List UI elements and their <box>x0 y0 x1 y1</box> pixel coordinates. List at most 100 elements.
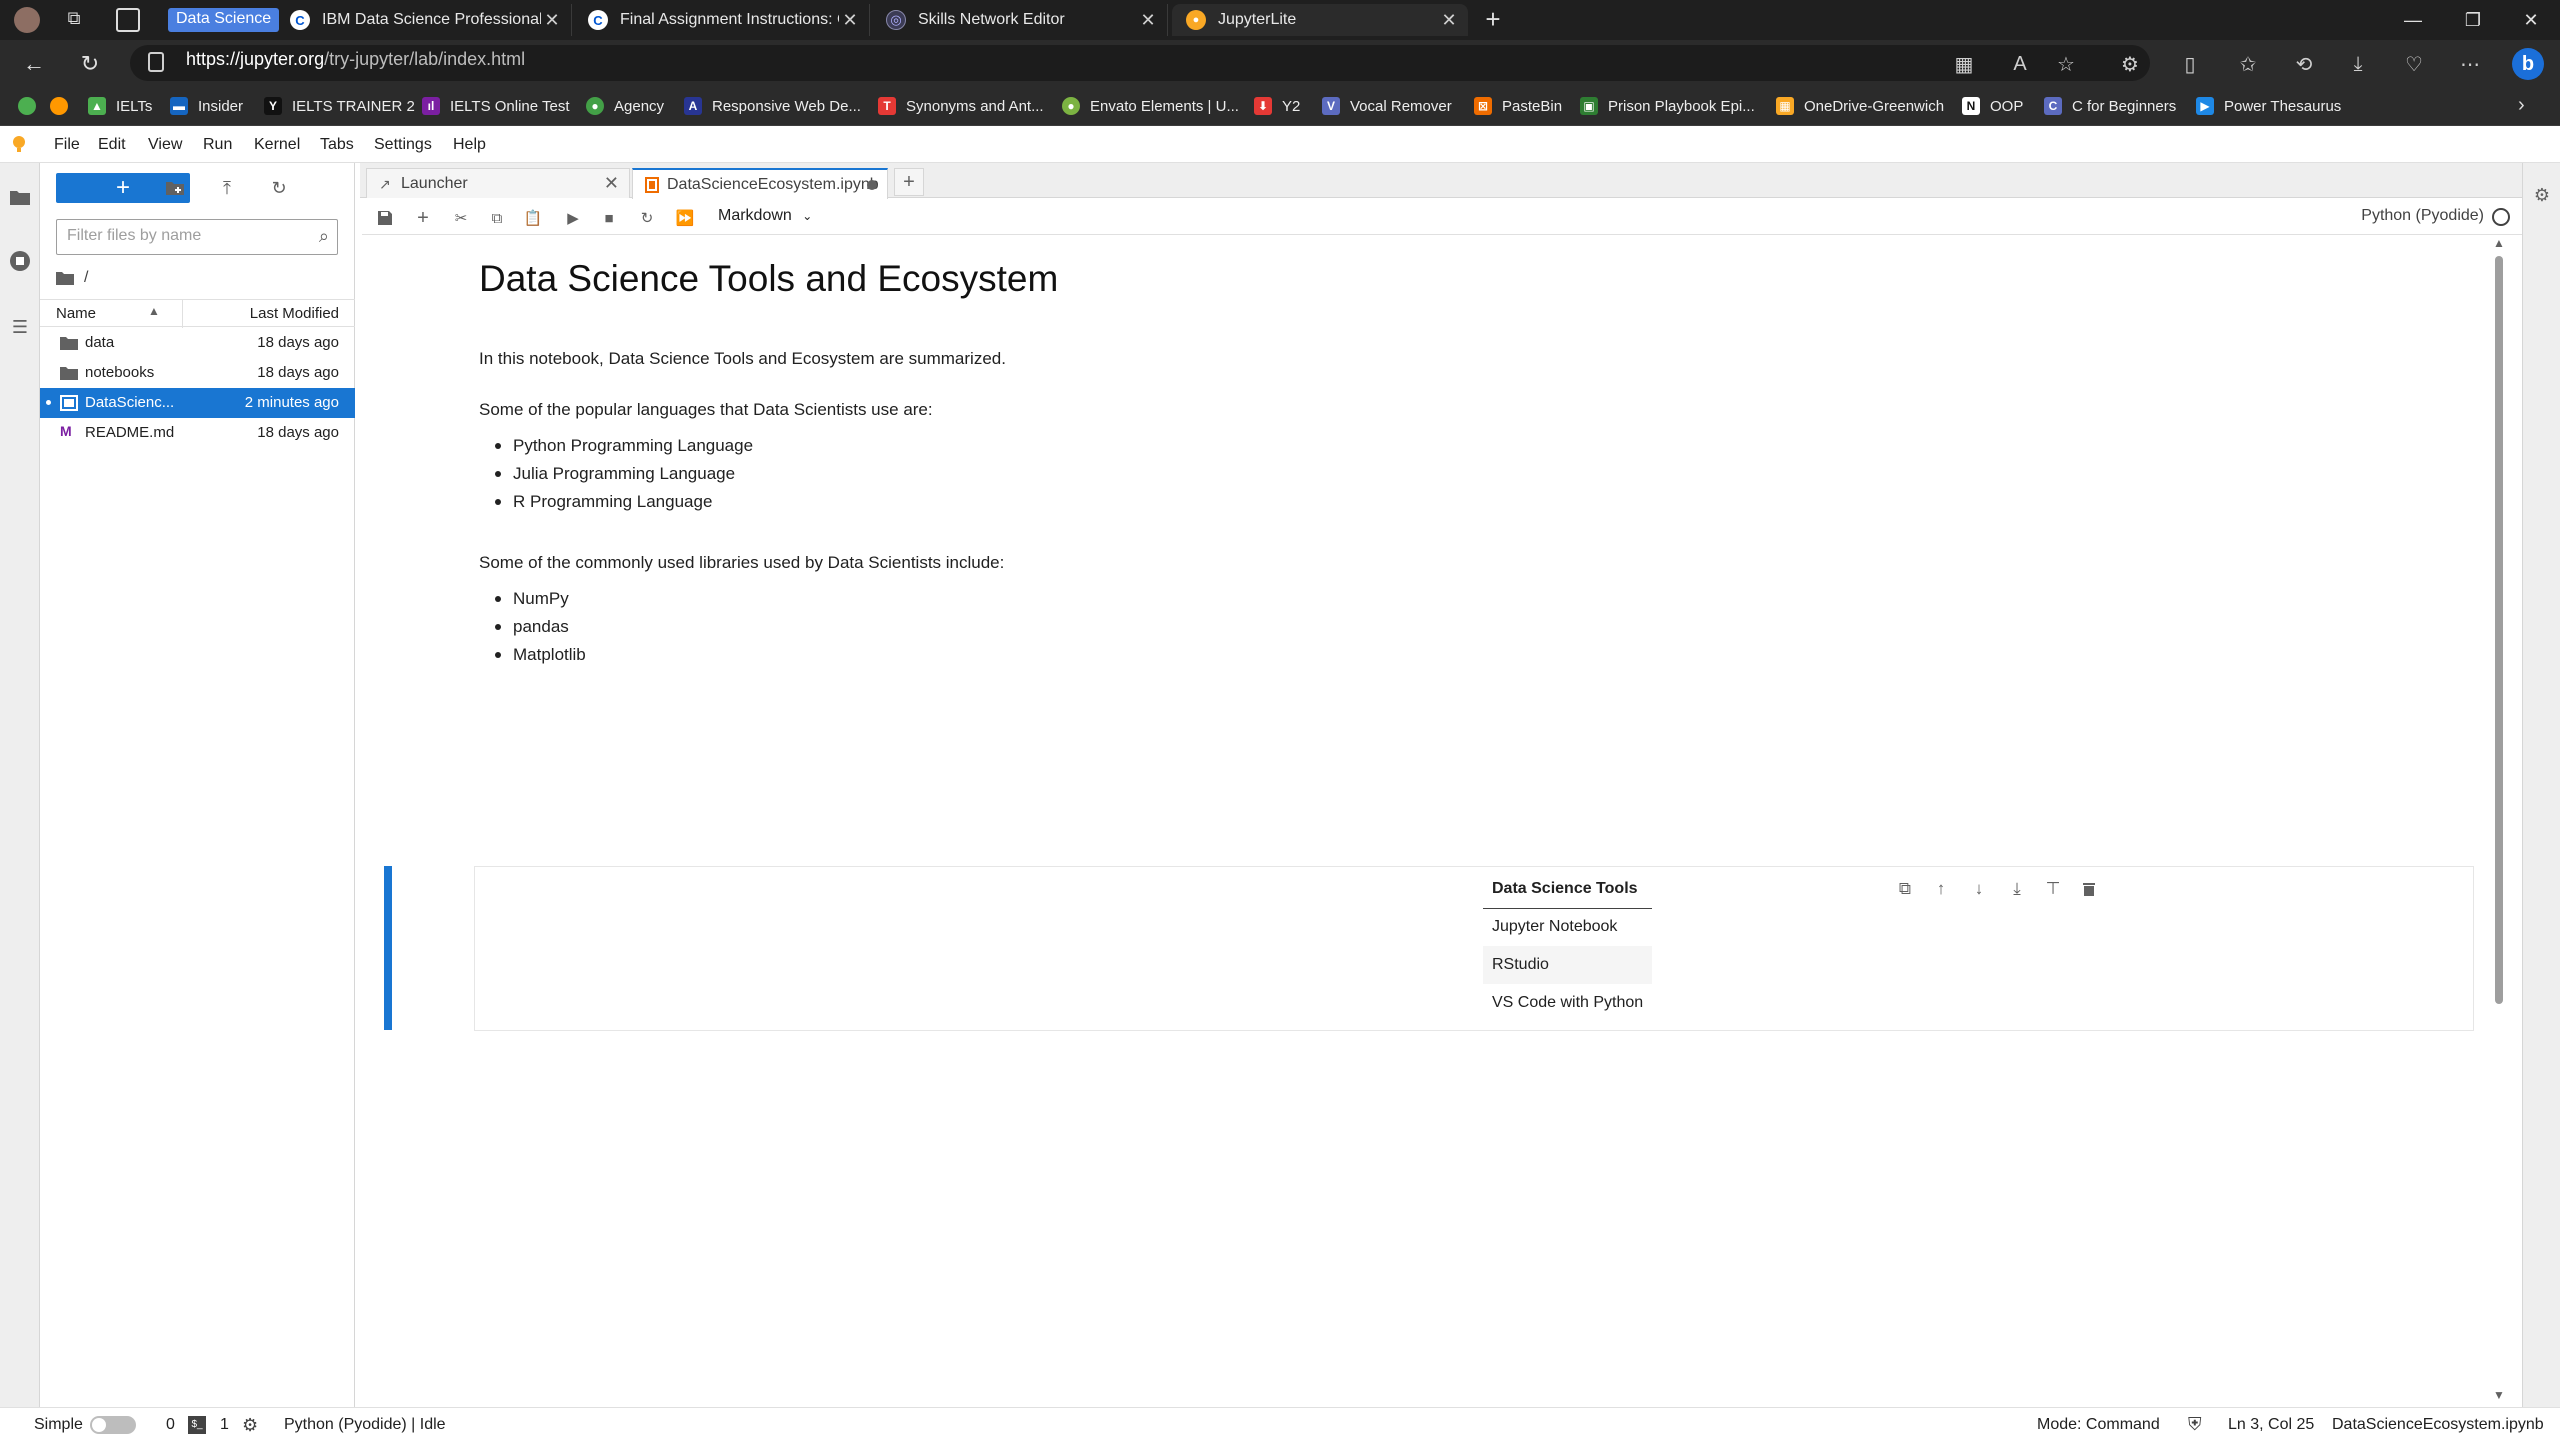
unsaved-indicator-icon[interactable] <box>867 180 877 190</box>
close-window-icon[interactable]: ✕ <box>2502 0 2560 40</box>
bookmark-item[interactable]: ⬇ Y2 <box>1254 96 1300 116</box>
property-inspector-icon[interactable]: ⚙ <box>2531 185 2553 207</box>
filter-files-field[interactable]: ⌕ <box>56 219 338 255</box>
performance-icon[interactable]: ♡ <box>2400 50 2428 78</box>
move-up-icon[interactable]: ↑ <box>1929 877 1953 901</box>
back-icon[interactable]: ← <box>18 48 50 80</box>
url-text[interactable]: https://jupyter.org/try-jupyter/lab/inde… <box>186 49 525 70</box>
bookmark-item[interactable]: ⊠ PasteBin <box>1474 96 1562 116</box>
run-icon[interactable]: ▶ <box>562 207 584 229</box>
folder-icon[interactable] <box>8 185 32 209</box>
markdown-cell-active[interactable]: Data Science Tools Jupyter Notebook RStu… <box>474 866 2474 1031</box>
menu-settings[interactable]: Settings <box>374 136 432 154</box>
close-tab-icon[interactable]: ✕ <box>1137 10 1159 31</box>
bookmark-item[interactable]: ▣ Prison Playbook Epi... <box>1580 96 1755 116</box>
cut-icon[interactable]: ✂ <box>450 207 472 229</box>
delete-cell-icon[interactable] <box>2077 877 2101 901</box>
browser-tab[interactable]: C Final Assignment Instructions: Cr ✕ <box>574 4 870 36</box>
bookmark-app-icon[interactable] <box>50 97 68 115</box>
profile-avatar[interactable] <box>14 7 40 33</box>
browser-tab[interactable]: C IBM Data Science Professional Ce ✕ <box>276 4 572 36</box>
file-row[interactable]: data 18 days ago <box>40 328 355 358</box>
bookmark-item[interactable]: T Synonyms and Ant... <box>878 96 1044 116</box>
refresh-icon[interactable]: ↻ <box>74 48 106 80</box>
menu-run[interactable]: Run <box>203 136 232 154</box>
refresh-files-icon[interactable]: ↻ <box>266 175 292 201</box>
more-menu-icon[interactable]: ⋯ <box>2456 50 2484 78</box>
extensions-icon[interactable]: ⚙ <box>2116 50 2144 78</box>
history-icon[interactable]: ⟲ <box>2290 50 2318 78</box>
insert-below-icon[interactable]: ⤓ <box>2005 877 2029 901</box>
add-tab-icon[interactable]: + <box>894 168 924 196</box>
insert-above-icon[interactable]: ⊤ <box>2041 877 2065 901</box>
menu-view[interactable]: View <box>148 136 182 154</box>
file-row-selected[interactable]: DataScienc... 2 minutes ago <box>40 388 355 418</box>
copilot-icon[interactable]: b <box>2512 48 2544 80</box>
breadcrumb[interactable]: / <box>56 267 88 289</box>
simple-mode-toggle[interactable] <box>90 1416 136 1434</box>
column-name[interactable]: Name <box>56 305 96 322</box>
minimize-icon[interactable]: — <box>2384 0 2442 40</box>
tab-actions-icon[interactable] <box>116 8 140 32</box>
restore-icon[interactable]: ❐ <box>2444 0 2502 40</box>
file-row[interactable]: M README.md 18 days ago <box>40 418 355 448</box>
copy-icon[interactable]: ⧉ <box>486 207 508 229</box>
downloads-icon[interactable]: ⤓ <box>2344 50 2372 78</box>
bookmark-item[interactable]: V Vocal Remover <box>1322 96 1452 116</box>
browser-tab[interactable]: ◎ Skills Network Editor ✕ <box>872 4 1168 36</box>
column-last-modified[interactable]: Last Modified <box>250 305 339 322</box>
insert-cell-icon[interactable]: + <box>412 207 434 229</box>
close-tab-icon[interactable]: ✕ <box>541 10 563 31</box>
bookmark-item[interactable]: N OOP <box>1962 96 2023 116</box>
favorites-icon[interactable]: ✩ <box>2234 50 2262 78</box>
bookmark-item[interactable]: ▬ Insider <box>170 96 243 116</box>
stop-icon[interactable]: ■ <box>598 207 620 229</box>
sort-ascending-icon[interactable]: ▲ <box>148 304 160 318</box>
favorite-star-icon[interactable]: ☆ <box>2052 50 2080 78</box>
bookmark-app-icon[interactable] <box>18 97 36 115</box>
bookmarks-overflow-icon[interactable]: › <box>2518 94 2540 116</box>
split-screen-icon[interactable]: ▯ <box>2176 50 2204 78</box>
terminals-count[interactable]: 0 <box>166 1416 175 1434</box>
menu-tabs[interactable]: Tabs <box>320 136 354 154</box>
menu-help[interactable]: Help <box>453 136 486 154</box>
tab-launcher[interactable]: ↗ Launcher ✕ <box>366 168 630 198</box>
browser-tab-active[interactable]: ● JupyterLite ✕ <box>1172 4 1468 36</box>
close-tab-icon[interactable]: ✕ <box>604 173 619 194</box>
kernel-name[interactable]: Python (Pyodide) <box>2361 207 2484 225</box>
restart-run-all-icon[interactable]: ⏩ <box>674 207 696 229</box>
file-row[interactable]: notebooks 18 days ago <box>40 358 355 388</box>
duplicate-cell-icon[interactable]: ⧉ <box>1893 877 1917 901</box>
running-sessions-icon[interactable] <box>8 249 32 273</box>
bookmark-item[interactable]: ▶ Power Thesaurus <box>2196 96 2341 116</box>
read-aloud-icon[interactable]: A <box>2006 50 2034 78</box>
tab-notebook[interactable]: DataScienceEcosystem.ipynb <box>632 168 888 199</box>
menu-kernel[interactable]: Kernel <box>254 136 300 154</box>
breadcrumb-root[interactable]: / <box>84 269 88 287</box>
filter-files-input[interactable] <box>67 227 297 245</box>
upload-icon[interactable]: ⤒ <box>214 175 240 201</box>
cell-type-dropdown[interactable]: Markdown ⌄ <box>718 207 812 225</box>
bookmark-item[interactable]: ● Envato Elements | U... <box>1062 96 1239 116</box>
menu-file[interactable]: File <box>54 136 80 154</box>
paste-icon[interactable]: 📋 <box>522 207 544 229</box>
bookmark-item[interactable]: ▲ IELTs <box>88 96 152 116</box>
table-of-contents-icon[interactable]: ☰ <box>8 315 32 339</box>
bookmark-item[interactable]: Y IELTS TRAINER 2 <box>264 96 415 116</box>
restart-kernel-icon[interactable]: ↻ <box>636 207 658 229</box>
move-down-icon[interactable]: ↓ <box>1967 877 1991 901</box>
bookmark-item[interactable]: CC for Beginners <box>2044 96 2176 116</box>
active-cell-collapser[interactable] <box>384 866 392 1030</box>
bookmark-item[interactable]: A Responsive Web De... <box>684 96 861 116</box>
bookmark-item[interactable]: ● Agency <box>586 96 664 116</box>
bookmark-item[interactable]: ıl IELTS Online Test <box>422 96 570 116</box>
cursor-position[interactable]: Ln 3, Col 25 <box>2228 1416 2314 1434</box>
scroll-down-icon[interactable]: ▼ <box>2493 1388 2505 1402</box>
apps-icon[interactable]: ▦ <box>1950 50 1978 78</box>
new-tab-icon[interactable]: + <box>1478 4 1508 34</box>
kernel-status-text[interactable]: Python (Pyodide) | Idle <box>284 1416 446 1434</box>
save-icon[interactable] <box>374 207 396 229</box>
tab-group-label[interactable]: Data Science <box>168 8 280 32</box>
bookmark-item[interactable]: ▦ OneDrive-Greenwich <box>1776 96 1944 116</box>
kernels-count[interactable]: 1 <box>220 1416 229 1434</box>
